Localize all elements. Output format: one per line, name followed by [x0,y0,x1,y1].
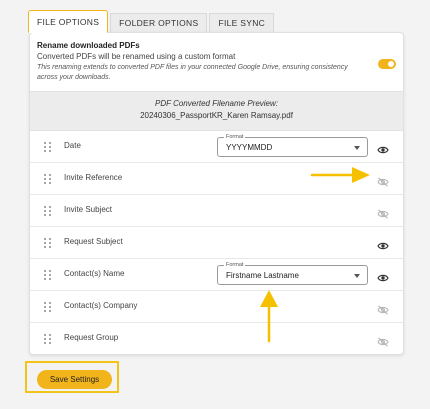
field-row: Request Subject [30,227,403,259]
save-highlight: Save Settings [25,361,119,393]
format-label: Format [224,133,246,141]
rename-toggle[interactable] [378,59,396,69]
format-select[interactable]: Format Firstname Lastname [217,261,368,285]
arrow-right-icon [310,167,370,183]
format-select[interactable]: Format YYYYMMDD [217,133,368,157]
eye-icon[interactable] [377,270,389,282]
drag-handle-icon[interactable] [44,142,52,152]
eye-off-icon[interactable] [377,174,389,187]
field-label: Contact(s) Company [64,301,138,310]
tab-bar: FILE OPTIONS FOLDER OPTIONS FILE SYNC [28,10,276,33]
format-value: Firstname Lastname [226,271,299,280]
field-row: Invite Subject [30,195,403,227]
eye-icon[interactable] [377,142,389,154]
preview-filename: 20240306_PassportKR_Karen Ramsay.pdf [140,111,293,120]
drag-handle-icon[interactable] [44,334,52,344]
eye-icon[interactable] [377,238,389,250]
eye-off-icon[interactable] [377,302,389,315]
field-label: Request Group [64,333,119,342]
field-row: Contact(s) Name Format Firstname Lastname [30,259,403,291]
field-row: Contact(s) Company [30,291,403,323]
field-row: Request Group [30,323,403,354]
rename-note: This renaming extends to converted PDF f… [37,64,348,81]
rename-section: Rename downloaded PDFs Converted PDFs wi… [30,33,403,91]
eye-off-icon[interactable] [377,334,389,347]
format-label: Format [224,261,246,269]
eye-off-icon[interactable] [377,206,389,219]
arrow-up-icon [260,290,278,343]
chevron-down-icon [354,274,360,278]
field-label: Request Subject [64,237,123,246]
chevron-down-icon [354,146,360,150]
drag-handle-icon[interactable] [44,238,52,248]
drag-handle-icon[interactable] [44,174,52,184]
tab-folder-options[interactable]: FOLDER OPTIONS [110,13,208,33]
tab-file-sync[interactable]: FILE SYNC [209,13,275,33]
field-label: Date [64,141,81,150]
drag-handle-icon[interactable] [44,206,52,216]
field-label: Contact(s) Name [64,269,125,278]
field-row: Date Format YYYYMMDD [30,131,403,163]
drag-handle-icon[interactable] [44,302,52,312]
rename-title: Rename downloaded PDFs [37,41,140,50]
tab-file-options[interactable]: FILE OPTIONS [28,10,109,33]
drag-handle-icon[interactable] [44,270,52,280]
field-label: Invite Subject [64,205,113,214]
preview-label: PDF Converted Filename Preview: [154,99,278,108]
format-value: YYYYMMDD [226,143,273,152]
save-settings-button[interactable]: Save Settings [37,370,112,389]
filename-preview: PDF Converted Filename Preview: 20240306… [30,91,403,131]
rename-description: Converted PDFs will be renamed using a c… [37,52,236,61]
file-options-panel: Rename downloaded PDFs Converted PDFs wi… [29,32,404,355]
field-label: Invite Reference [64,173,123,182]
